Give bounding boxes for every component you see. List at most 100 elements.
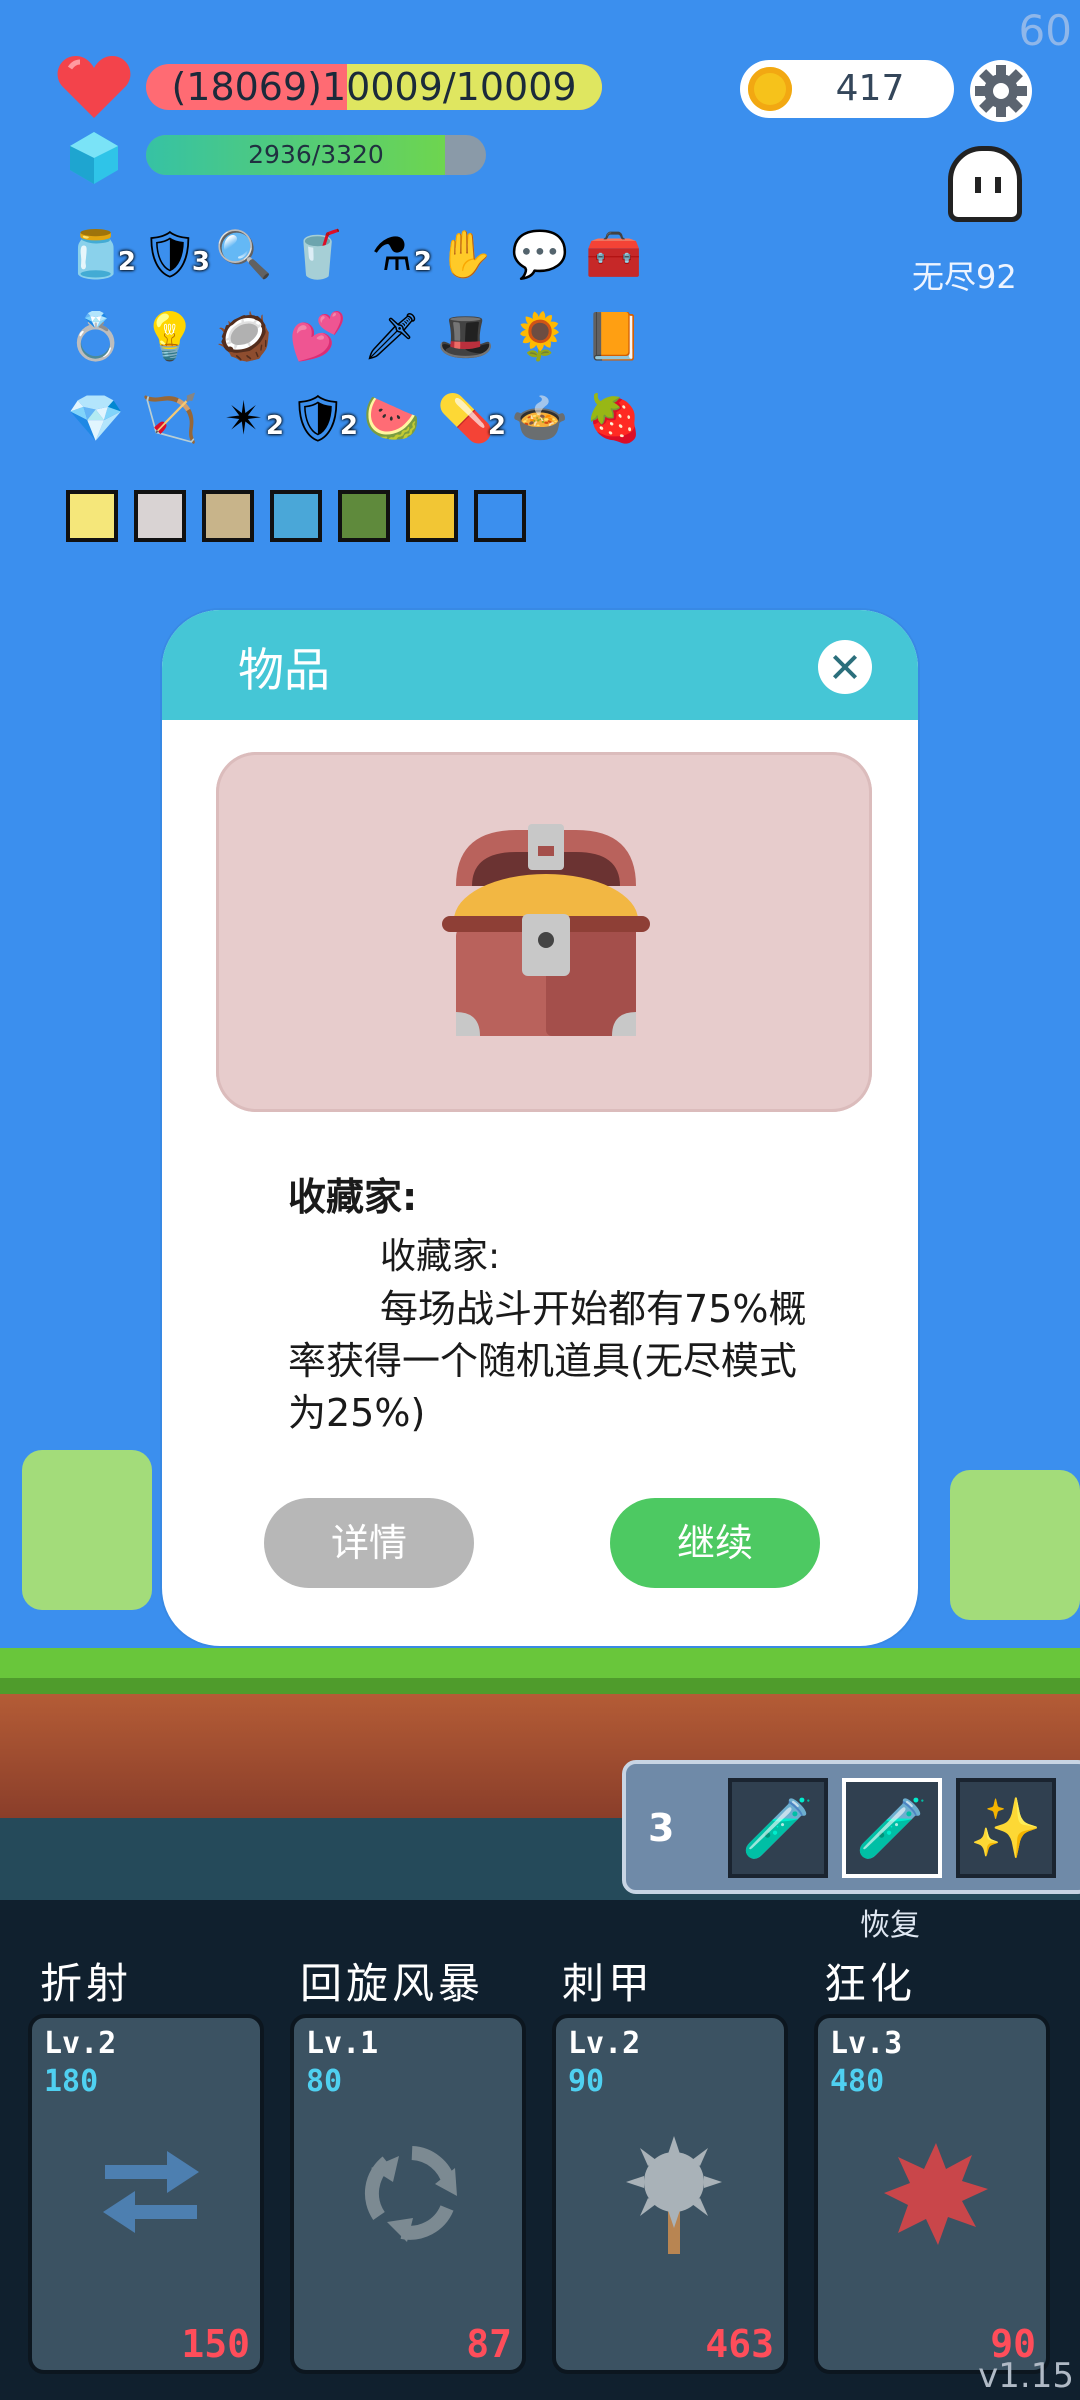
version-label: v1.15: [978, 2356, 1074, 2396]
coconut-drink-icon[interactable]: 🥤: [288, 224, 348, 284]
detail-button[interactable]: 详情: [264, 1498, 474, 1588]
potion-flask-icon[interactable]: ⚗ 2: [362, 224, 432, 284]
coconut-glyph: 🥥: [215, 309, 273, 363]
skill-card-spiked-armor[interactable]: Lv.2 90 463: [552, 2014, 788, 2374]
ghost-icon[interactable]: [948, 146, 1022, 222]
blade-buff-icon[interactable]: [134, 490, 186, 542]
lightbulb-icon[interactable]: 💡: [140, 306, 200, 366]
potion-slot-pink-potion[interactable]: 🧪: [728, 1778, 828, 1878]
endless-mode-label: 无尽92: [912, 258, 1017, 296]
grass-edge: [0, 1678, 1080, 1694]
strawberry-icon[interactable]: 🍓: [584, 388, 644, 448]
watermelon-glyph: 🍉: [363, 391, 421, 445]
item-count: 2: [265, 411, 284, 441]
treasure-chest-icon[interactable]: 🧰: [584, 224, 644, 284]
gold-amount: 417: [835, 68, 905, 109]
coconut-icon[interactable]: 🥥: [214, 306, 274, 366]
skill-card-refract[interactable]: Lv.2 180 150: [28, 2014, 264, 2374]
item-description: 收藏家: 收藏家: 每场战斗开始都有75%概率获得一个随机道具(无尽模式为25%…: [288, 1166, 808, 1439]
heart-icon: [57, 56, 131, 118]
gear-icon[interactable]: [968, 58, 1034, 124]
pot-icon[interactable]: 🍲: [510, 388, 570, 448]
speech-bubble-icon[interactable]: 💬: [510, 224, 570, 284]
book-icon[interactable]: 📙: [584, 306, 644, 366]
tree: [950, 1470, 1080, 1620]
item-count: 2: [487, 411, 506, 441]
skill-value: 87: [466, 2322, 512, 2366]
modal-title: 物品: [238, 643, 330, 697]
jam-jar-icon[interactable]: 🫙 2: [66, 224, 136, 284]
tree: [22, 1450, 152, 1610]
skill-cost: 80: [306, 2064, 343, 2099]
pot-glyph: 🍲: [511, 391, 569, 445]
potion-slot-pink-potion-selected[interactable]: 🧪: [842, 1778, 942, 1878]
spiked-mace-glyph: ✴: [224, 391, 264, 445]
white-glove-icon[interactable]: ✋: [436, 224, 496, 284]
bow-icon[interactable]: 🏹: [140, 388, 200, 448]
sunflower-glyph: 🌻: [511, 309, 569, 363]
grass-ground: [0, 1648, 1080, 1678]
nature-buff-icon[interactable]: [338, 490, 390, 542]
skill-level: Lv.1: [306, 2026, 379, 2061]
book-glyph: 📙: [585, 309, 643, 363]
watermelon-icon[interactable]: 🍉: [362, 388, 422, 448]
close-icon[interactable]: [818, 640, 872, 694]
skill-level: Lv.2: [44, 2026, 117, 2061]
bow-glyph: 🏹: [141, 391, 199, 445]
fps-counter: 60: [1018, 6, 1072, 55]
sword-icon[interactable]: 🗡: [362, 306, 422, 366]
item-count: 3: [191, 247, 210, 277]
magnifier-icon[interactable]: 🔍: [214, 224, 274, 284]
treasure-chest-icon: [442, 824, 650, 1036]
ring-glyph: 💍: [67, 309, 125, 363]
ring-icon[interactable]: 💍: [66, 306, 126, 366]
light-buff-icon[interactable]: [66, 490, 118, 542]
mana-gem-icon: [70, 132, 118, 184]
shield-round-icon[interactable]: 🛡 3: [140, 224, 210, 284]
item-count: 2: [117, 247, 136, 277]
red-shield-icon[interactable]: 🛡 2: [288, 388, 358, 448]
skill-name-refract: 折射: [40, 1959, 133, 2008]
sunflower-icon[interactable]: 🌻: [510, 306, 570, 366]
mana-bar: 2936/3320: [146, 135, 486, 175]
skill-card-berserk[interactable]: Lv.3 480 90: [814, 2014, 1050, 2374]
item-modal: 物品 收藏家: 收藏家: 每场战斗开始都有75%概率获得一个随机道具(无尽模式为…: [162, 610, 918, 1646]
speech-bubble-glyph: 💬: [511, 227, 569, 281]
spiked-armor-icon: [614, 2128, 734, 2258]
jam-jar-glyph: 🫙: [67, 227, 125, 281]
modal-header: 物品: [162, 610, 918, 720]
skill-cost: 180: [44, 2064, 99, 2099]
treasure-chest-glyph: 🧰: [585, 227, 643, 281]
water-buff-icon[interactable]: [270, 490, 322, 542]
lightbulb-glyph: 💡: [141, 309, 199, 363]
whirlwind-icon: [352, 2128, 472, 2258]
item-count: 2: [413, 247, 432, 277]
berserk-splash-icon: [876, 2128, 996, 2258]
refract-arrows-icon: [90, 2128, 210, 2258]
skill-value: 463: [705, 2322, 774, 2366]
hearts-icon[interactable]: 💕: [288, 306, 348, 366]
skill-card-whirlwind[interactable]: Lv.1 80 87: [290, 2014, 526, 2374]
item-inventory: 🫙 2 🛡 3 🔍 🥤 ⚗ 2 ✋ 💬 🧰 💍 💡 🥥 💕 🗡 🎩 🌻 📙 💎 🏹 ✴ 2 🛡 2 🍉 💊 2 🍲 🍓: [66, 224, 666, 464]
skill-cost: 480: [830, 2064, 885, 2099]
blue-gem-icon[interactable]: 💎: [66, 388, 126, 448]
item-count: 2: [339, 411, 358, 441]
blue-gem-glyph: 💎: [67, 391, 125, 445]
item-name: 收藏家:: [288, 1175, 418, 1219]
continue-button[interactable]: 继续: [610, 1498, 820, 1588]
buff-row: [66, 490, 546, 546]
skill-name-whirlwind: 回旋风暴: [300, 1959, 485, 2008]
shadow-buff-icon[interactable]: [406, 490, 458, 542]
armor-buff-icon[interactable]: [202, 490, 254, 542]
skill-level: Lv.3: [830, 2026, 903, 2061]
pill-icon[interactable]: 💊 2: [436, 388, 506, 448]
pink-potion-icon: 🧪: [855, 1793, 929, 1862]
purple-hat-icon[interactable]: 🎩: [436, 306, 496, 366]
potion-slot-spark-potion[interactable]: ✨: [956, 1778, 1056, 1878]
red-shield-glyph: 🛡: [288, 391, 348, 445]
skill-level: Lv.2: [568, 2026, 641, 2061]
pill-glyph: 💊: [437, 391, 495, 445]
spiked-mace-icon[interactable]: ✴ 2: [214, 388, 284, 448]
vortex-buff-icon[interactable]: [474, 490, 526, 542]
potion-flask-glyph: ⚗: [371, 227, 413, 281]
